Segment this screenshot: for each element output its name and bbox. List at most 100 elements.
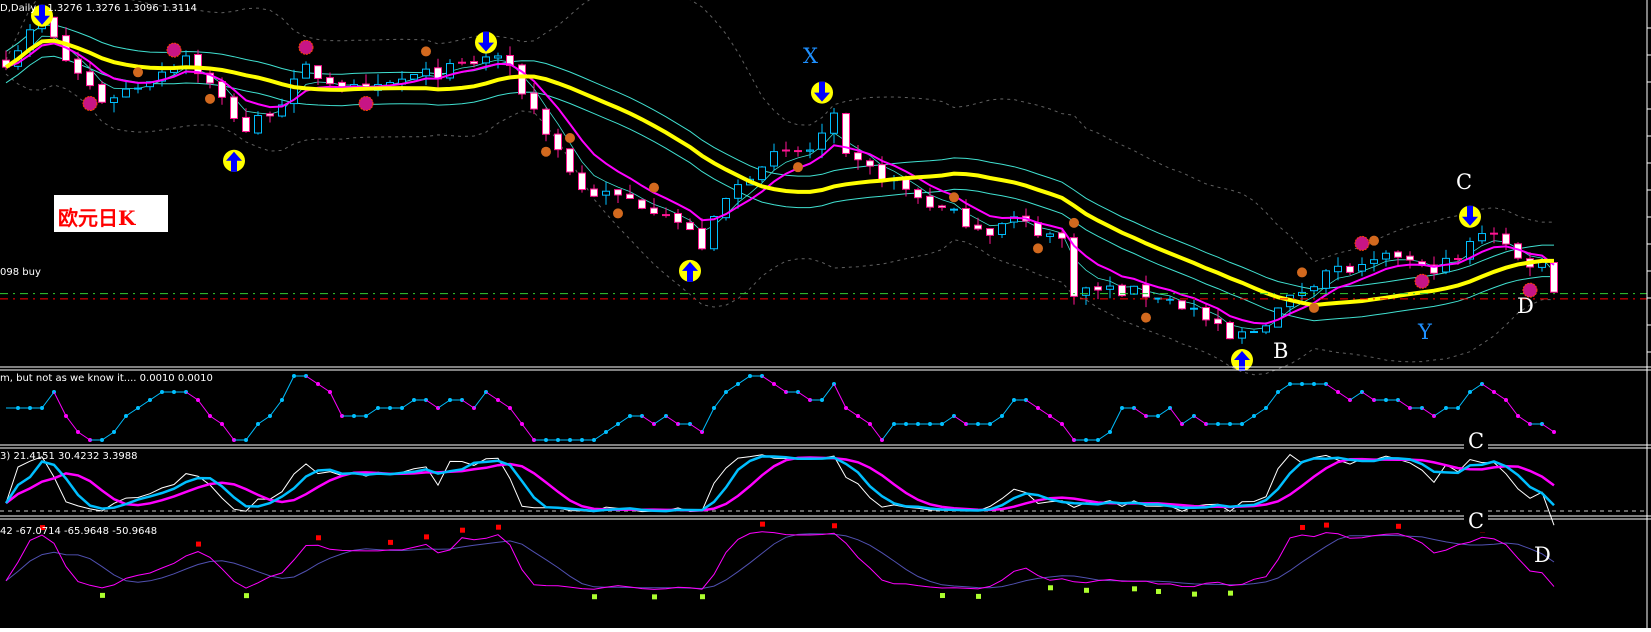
osc3-trough-dot: [1192, 591, 1197, 597]
fractal-marker: [1309, 302, 1319, 313]
osc1-segment: [665, 415, 679, 425]
candle: [1454, 258, 1462, 261]
osc1-segment: [1397, 399, 1411, 409]
candle: [866, 160, 874, 167]
fractal-marker: [565, 133, 575, 144]
candle: [1394, 251, 1402, 258]
flower-marker: [82, 95, 98, 111]
panel2-label-c: C: [1464, 430, 1489, 452]
candle: [458, 61, 466, 64]
osc3-header: 42 -67.0714 -65.9648 -50.9648: [0, 526, 157, 537]
osc1-segment: [1001, 399, 1015, 417]
osc1-segment: [1493, 391, 1507, 401]
chart-window[interactable]: D,Daily 1.3276 1.3276 1.3096 1.3114 098 …: [0, 0, 1651, 632]
candle: [950, 208, 958, 211]
candle: [1478, 233, 1486, 242]
osc1-title: m, but not as we know it....: [0, 373, 137, 384]
candle: [734, 184, 742, 199]
candle: [1502, 233, 1510, 245]
candle: [1082, 287, 1090, 296]
osc3-title: 42: [0, 526, 13, 537]
osc1-segment: [593, 431, 607, 441]
osc1-segment: [77, 431, 91, 441]
osc3-trough-dot: [976, 593, 981, 599]
osc1-segment: [773, 383, 787, 393]
candle: [494, 55, 502, 59]
envelope-upper: [5, 0, 1554, 263]
candle: [854, 152, 862, 161]
flower-marker: [1414, 273, 1430, 289]
osc1-segment: [461, 399, 475, 409]
candle: [974, 224, 982, 230]
osc1-segment: [1169, 407, 1183, 425]
osc1-segment: [257, 415, 271, 425]
bottom-edge: [0, 628, 1651, 632]
osc1-segment: [365, 407, 379, 417]
candle: [998, 223, 1006, 235]
candle: [542, 108, 550, 135]
candle: [830, 112, 838, 134]
osc2-title: 3): [0, 451, 11, 462]
candle: [1346, 265, 1354, 273]
osc1-segment: [497, 399, 511, 409]
candle: [314, 65, 322, 79]
osc1-segment: [1097, 431, 1111, 441]
candle: [674, 212, 682, 223]
osc3-peak-dot: [1324, 522, 1329, 528]
osc1-segment: [509, 407, 523, 425]
osc1-segment: [1457, 391, 1471, 409]
osc1-segment: [401, 399, 415, 409]
symbol-timeframe: D,Daily: [0, 3, 37, 14]
osc1-segment: [125, 407, 139, 417]
osc1-segment: [1265, 391, 1279, 409]
osc1-segment: [101, 431, 115, 441]
osc1-segment: [1133, 407, 1147, 417]
osc3-trough-dot: [592, 594, 597, 600]
note-box: 欧元日K: [54, 195, 168, 232]
fractal-marker: [1069, 217, 1079, 228]
osc1-segment: [1049, 415, 1063, 425]
osc1-segment: [425, 399, 439, 409]
candle: [254, 115, 262, 134]
osc1-values: 0.0010 0.0010: [139, 373, 213, 384]
candle: [1310, 286, 1318, 292]
candle: [122, 88, 130, 98]
osc1-segment: [857, 415, 871, 425]
osc3-peak-dot: [1300, 524, 1305, 530]
osc1-segment: [53, 391, 67, 417]
osc1-segment: [1025, 399, 1039, 409]
osc1-segment: [737, 375, 751, 385]
chart-canvas[interactable]: [0, 0, 1651, 632]
candle: [1106, 285, 1114, 290]
candle: [194, 54, 202, 75]
chart-header: D,Daily 1.3276 1.3276 1.3096 1.3114: [0, 3, 197, 14]
candle: [422, 68, 430, 77]
candle: [758, 166, 766, 181]
osc3-trough-dot: [1228, 590, 1233, 596]
candle: [530, 92, 538, 110]
candle: [1034, 222, 1042, 237]
fractal-marker: [1141, 312, 1151, 323]
candle: [1262, 325, 1270, 333]
osc1-segment: [869, 423, 883, 441]
osc1-segment: [329, 391, 343, 417]
candle: [242, 116, 250, 133]
fractal-marker: [541, 146, 551, 157]
osc3-peak-dot: [388, 539, 393, 545]
osc3-trough-dot: [100, 592, 105, 598]
envelope-lower: [5, 73, 1555, 376]
ma-slow-line: [4, 38, 1554, 308]
candle: [806, 149, 814, 152]
osc3-trough-dot: [244, 593, 249, 599]
candle: [602, 190, 610, 196]
osc1-segment: [1541, 423, 1555, 433]
osc1-segment: [149, 391, 163, 401]
candle: [1226, 322, 1234, 340]
candle: [698, 227, 706, 250]
osc1-segment: [1337, 391, 1351, 401]
wave-label-x: X: [803, 44, 818, 68]
osc1-segment: [833, 383, 847, 409]
osc1-segment: [1253, 407, 1267, 417]
osc1-segment: [797, 391, 811, 401]
candle: [1214, 318, 1222, 325]
